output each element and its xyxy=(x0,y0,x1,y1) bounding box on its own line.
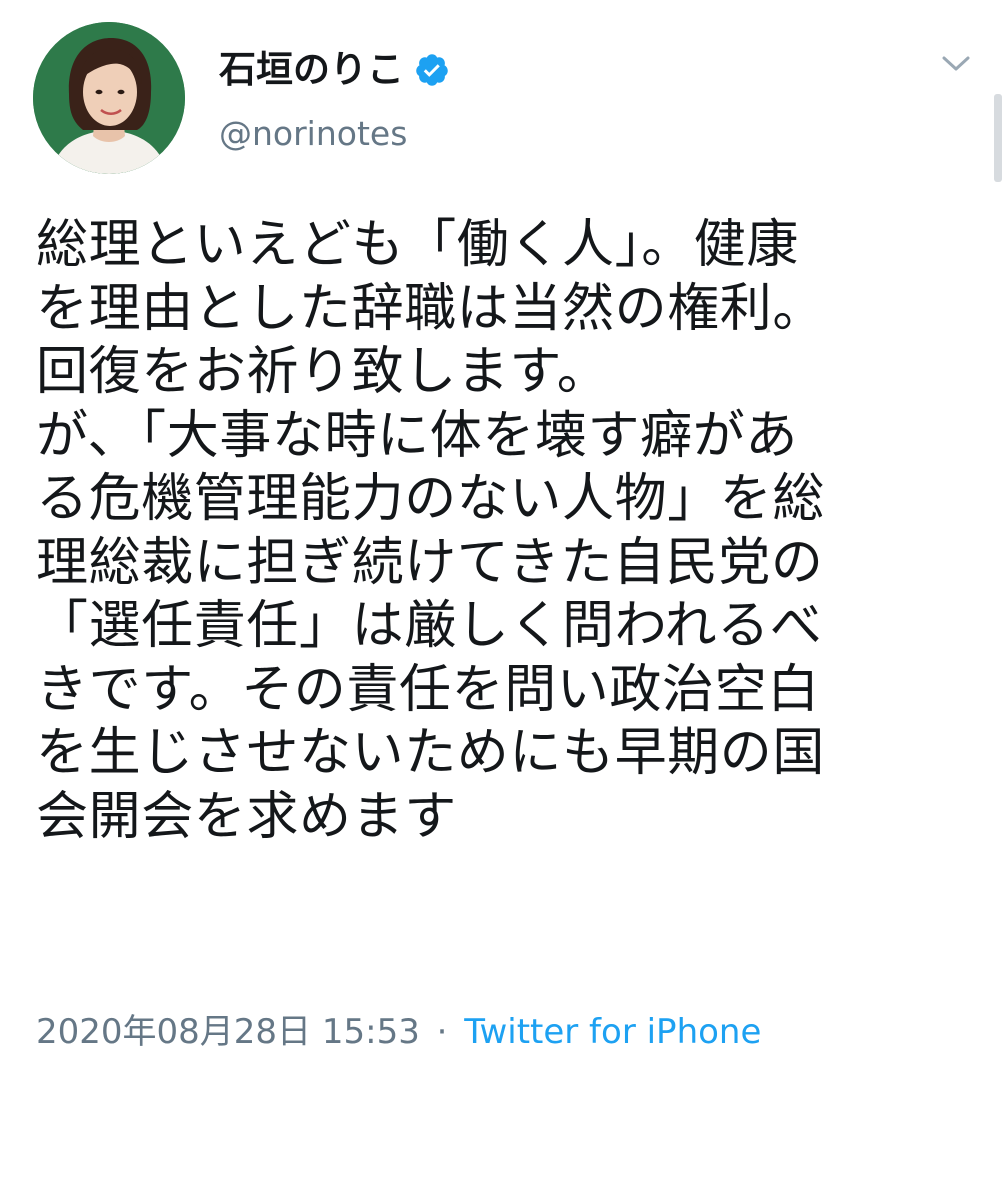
avatar[interactable] xyxy=(33,22,185,174)
verified-badge-icon xyxy=(414,52,450,88)
profile-photo-icon xyxy=(33,22,185,174)
tweet-text-line: きです。その責任を問い政治空白 xyxy=(36,659,820,720)
scrollbar[interactable] xyxy=(994,94,1002,182)
tweet-source-link[interactable]: Twitter for iPhone xyxy=(464,1012,761,1052)
tweet-text-line: 「選任責任」は厳しく問われるべ xyxy=(36,596,823,656)
tweet-text-line: 総理といえども「働く人」。健康 xyxy=(36,215,800,275)
tweet-text-line: が、「大事な時に体を壊す癖があ xyxy=(36,405,798,466)
tweet-card: 石垣のりこ @norinotes 総理といえども「働く人」。健康 を理由とした辞… xyxy=(0,0,1002,1200)
tweet-text-line: 理総裁に担ぎ続けてきた自民党の xyxy=(36,532,824,593)
tweet-text-line: る危機管理能力のない人物」を総 xyxy=(36,469,826,529)
display-name[interactable]: 石垣のりこ xyxy=(219,44,404,96)
tweet-text: 総理といえども「働く人」。健康 を理由とした辞職は当然の権利。 回復をお祈り致し… xyxy=(36,214,966,849)
tweet-timestamp[interactable]: 2020年08月28日 15:53 xyxy=(36,1012,420,1052)
tweet-text-line: 会開会を求めます xyxy=(36,786,457,847)
tweet-text-line: を理由とした辞職は当然の権利。 xyxy=(36,278,826,339)
tweet-text-line: を生じさせないためにも早期の国 xyxy=(36,723,826,783)
author-handle[interactable]: @norinotes xyxy=(219,110,407,158)
chevron-down-icon xyxy=(942,56,970,71)
tweet-meta: 2020年08月28日 15:53 · Twitter for iPhone xyxy=(36,1008,761,1056)
tweet-menu-button[interactable] xyxy=(934,44,978,84)
tweet-text-line: 回復をお祈り致します。 xyxy=(36,342,610,402)
author-name-row[interactable]: 石垣のりこ xyxy=(219,44,450,96)
meta-separator: · xyxy=(436,1012,448,1052)
